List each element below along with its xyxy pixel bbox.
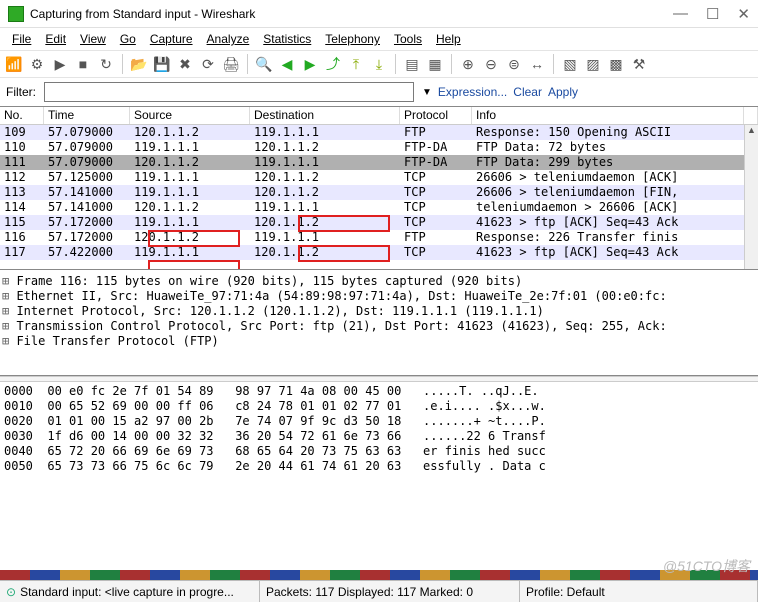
table-row[interactable]: 11257.125000119.1.1.1120.1.1.2TCP26606 >…: [0, 170, 758, 185]
filter-label: Filter:: [6, 85, 36, 99]
apply-link[interactable]: Apply: [548, 85, 578, 99]
zoom-out-icon[interactable]: ⊖: [481, 54, 501, 74]
zoom-in-icon[interactable]: ⊕: [458, 54, 478, 74]
save-icon[interactable]: 💾: [152, 54, 172, 74]
status-bar: Standard input: <live capture in progre.…: [0, 580, 758, 602]
hex-pane[interactable]: 0000 00 e0 fc 2e 7f 01 54 89 98 97 71 4a…: [0, 382, 758, 492]
menu-view[interactable]: View: [74, 30, 112, 48]
table-row[interactable]: 11757.422000119.1.1.1120.1.1.2TCP41623 >…: [0, 245, 758, 260]
table-row[interactable]: 11457.141000120.1.1.2119.1.1.1TCPteleniu…: [0, 200, 758, 215]
col-protocol[interactable]: Protocol: [400, 107, 472, 124]
maximize-button[interactable]: ☐: [706, 5, 719, 23]
menu-go[interactable]: Go: [114, 30, 142, 48]
status-capture: Standard input: <live capture in progre.…: [0, 581, 260, 602]
status-packets: Packets: 117 Displayed: 117 Marked: 0: [260, 581, 520, 602]
menu-edit[interactable]: Edit: [39, 30, 72, 48]
col-info[interactable]: Info: [472, 107, 744, 124]
packet-list[interactable]: No. Time Source Destination Protocol Inf…: [0, 106, 758, 270]
menu-capture[interactable]: Capture: [144, 30, 199, 48]
capture-filter-icon[interactable]: ▧: [560, 54, 580, 74]
back-icon[interactable]: ◀: [277, 54, 297, 74]
detail-line[interactable]: Frame 116: 115 bytes on wire (920 bits),…: [2, 274, 756, 289]
watermark: @51CTO博客: [663, 556, 750, 576]
first-icon[interactable]: ⤒: [346, 54, 366, 74]
col-time[interactable]: Time: [44, 107, 130, 124]
colorize-icon[interactable]: ▤: [402, 54, 422, 74]
detail-line[interactable]: Internet Protocol, Src: 120.1.1.2 (120.1…: [2, 304, 756, 319]
menu-tools[interactable]: Tools: [388, 30, 428, 48]
menu-file[interactable]: File: [6, 30, 37, 48]
menubar: File Edit View Go Capture Analyze Statis…: [0, 28, 758, 50]
coloring-rules-icon[interactable]: ▩: [606, 54, 626, 74]
stop-icon[interactable]: ■: [73, 54, 93, 74]
menu-help[interactable]: Help: [430, 30, 467, 48]
clear-link[interactable]: Clear: [513, 85, 542, 99]
display-filter-icon[interactable]: ▨: [583, 54, 603, 74]
filter-input[interactable]: [44, 82, 414, 102]
titlebar: Capturing from Standard input - Wireshar…: [0, 0, 758, 28]
find-icon[interactable]: 🔍: [254, 54, 274, 74]
close-file-icon[interactable]: ✖: [175, 54, 195, 74]
detail-line[interactable]: Ethernet II, Src: HuaweiTe_97:71:4a (54:…: [2, 289, 756, 304]
toolbar: 📶 ⚙ ▶ ■ ↻ 📂 💾 ✖ ⟳ 🖨 🔍 ◀ ▶ ⤴ ⤒ ⤓ ▤ ▦ ⊕ ⊖ …: [0, 50, 758, 78]
col-source[interactable]: Source: [130, 107, 250, 124]
options-icon[interactable]: ⚙: [27, 54, 47, 74]
interfaces-icon[interactable]: 📶: [4, 54, 24, 74]
app-icon: [8, 6, 24, 22]
forward-icon[interactable]: ▶: [300, 54, 320, 74]
menu-telephony[interactable]: Telephony: [319, 30, 386, 48]
detail-line[interactable]: File Transfer Protocol (FTP): [2, 334, 756, 349]
filter-dropdown-icon[interactable]: ▼: [422, 87, 432, 98]
filter-bar: Filter: ▼ Expression... Clear Apply: [0, 78, 758, 106]
table-row[interactable]: 11657.172000120.1.1.2119.1.1.1FTPRespons…: [0, 230, 758, 245]
table-row[interactable]: 10957.079000120.1.1.2119.1.1.1FTPRespons…: [0, 125, 758, 140]
col-destination[interactable]: Destination: [250, 107, 400, 124]
close-button[interactable]: ✕: [737, 5, 750, 23]
packet-list-header: No. Time Source Destination Protocol Inf…: [0, 107, 758, 125]
highlight-box: [148, 260, 240, 270]
restart-icon[interactable]: ↻: [96, 54, 116, 74]
col-no[interactable]: No.: [0, 107, 44, 124]
resize-cols-icon[interactable]: ↔: [527, 54, 547, 74]
print-icon[interactable]: 🖨: [221, 54, 241, 74]
packet-list-scrollbar[interactable]: ▲: [744, 125, 758, 269]
table-row[interactable]: 11057.079000119.1.1.1120.1.1.2FTP-DAFTP …: [0, 140, 758, 155]
autoscroll-icon[interactable]: ▦: [425, 54, 445, 74]
table-row[interactable]: 11557.172000119.1.1.1120.1.1.2TCP41623 >…: [0, 215, 758, 230]
packet-details[interactable]: Frame 116: 115 bytes on wire (920 bits),…: [0, 270, 758, 376]
goto-icon[interactable]: ⤴: [323, 54, 343, 74]
table-row[interactable]: 11157.079000120.1.1.2119.1.1.1FTP-DAFTP …: [0, 155, 758, 170]
reload-icon[interactable]: ⟳: [198, 54, 218, 74]
open-icon[interactable]: 📂: [129, 54, 149, 74]
status-profile: Profile: Default: [520, 581, 758, 602]
menu-analyze[interactable]: Analyze: [201, 30, 256, 48]
last-icon[interactable]: ⤓: [369, 54, 389, 74]
expression-link[interactable]: Expression...: [438, 85, 507, 99]
scroll-up-icon[interactable]: ▲: [745, 125, 758, 139]
start-icon[interactable]: ▶: [50, 54, 70, 74]
decorative-strip: [0, 570, 758, 580]
zoom-reset-icon[interactable]: ⊜: [504, 54, 524, 74]
preferences-icon[interactable]: ⚒: [629, 54, 649, 74]
window-title: Capturing from Standard input - Wireshar…: [30, 7, 673, 21]
minimize-button[interactable]: —: [673, 5, 688, 23]
detail-line[interactable]: Transmission Control Protocol, Src Port:…: [2, 319, 756, 334]
table-row[interactable]: 11357.141000119.1.1.1120.1.1.2TCP26606 >…: [0, 185, 758, 200]
menu-statistics[interactable]: Statistics: [257, 30, 317, 48]
